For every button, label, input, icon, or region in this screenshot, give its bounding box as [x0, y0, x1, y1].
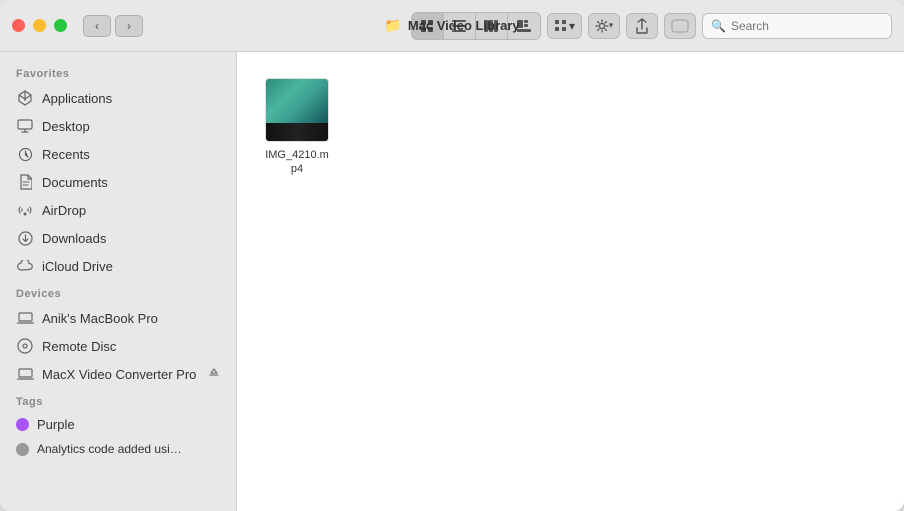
- minimize-button[interactable]: [33, 19, 46, 32]
- share-icon: [635, 18, 649, 34]
- sidebar-item-remote-disc[interactable]: Remote Disc: [0, 332, 236, 360]
- tags-section-label: Tags: [0, 388, 236, 412]
- file-area: IMG_4210.mp4: [237, 52, 904, 511]
- window-title: 📁 Mac Video Library: [384, 17, 519, 34]
- remote-disc-label: Remote Disc: [42, 339, 116, 354]
- sidebar-item-documents[interactable]: Documents: [0, 168, 236, 196]
- downloads-icon: [16, 229, 34, 247]
- devices-section-label: Devices: [0, 280, 236, 304]
- grid-dropdown-icon: [554, 19, 567, 32]
- dropdown-chevron: ▾: [569, 19, 575, 33]
- settings-button[interactable]: ▾: [588, 13, 620, 39]
- desktop-icon: [16, 117, 34, 135]
- view-options-dropdown[interactable]: ▾: [547, 13, 582, 39]
- remote-disc-icon: [16, 337, 34, 355]
- macbook-icon: [16, 309, 34, 327]
- file-name: IMG_4210.mp4: [263, 148, 331, 177]
- main-area: Favorites Applications Deskto: [0, 52, 904, 511]
- sidebar-item-macx[interactable]: MacX Video Converter Pro: [0, 360, 236, 388]
- purple-tag-dot: [16, 418, 29, 431]
- desktop-label: Desktop: [42, 119, 90, 134]
- title-label: Mac Video Library: [408, 18, 520, 33]
- sidebar-item-airdrop[interactable]: AirDrop: [0, 196, 236, 224]
- analytics-tag-label: Analytics code added using php: [37, 442, 187, 456]
- documents-icon: [16, 173, 34, 191]
- file-grid: IMG_4210.mp4: [257, 72, 884, 183]
- sidebar-item-analytics[interactable]: Analytics code added using php: [0, 437, 236, 461]
- gear-icon: [595, 19, 609, 33]
- recents-icon: [16, 145, 34, 163]
- airdrop-icon: [16, 201, 34, 219]
- documents-label: Documents: [42, 175, 108, 190]
- icloud-label: iCloud Drive: [42, 259, 113, 274]
- sidebar-item-macbook[interactable]: Anik's MacBook Pro: [0, 304, 236, 332]
- title-folder-icon: 📁: [384, 17, 401, 34]
- share-button[interactable]: [626, 13, 658, 39]
- finder-window: ‹ › 📁 Mac Video Library: [0, 0, 904, 511]
- applications-label: Applications: [42, 91, 112, 106]
- analytics-tag-dot: [16, 443, 29, 456]
- eject-button[interactable]: [208, 367, 220, 382]
- recents-label: Recents: [42, 147, 90, 162]
- eject-icon: [208, 367, 220, 379]
- macx-icon: [16, 365, 34, 383]
- macbook-label: Anik's MacBook Pro: [42, 311, 158, 326]
- file-thumbnail: [265, 78, 329, 142]
- icloud-icon: [16, 257, 34, 275]
- airdrop-label: AirDrop: [42, 203, 86, 218]
- search-box[interactable]: 🔍: [702, 13, 892, 39]
- settings-chevron: ▾: [609, 20, 614, 31]
- applications-icon: [16, 89, 34, 107]
- traffic-lights: [12, 19, 67, 32]
- sidebar-item-downloads[interactable]: Downloads: [0, 224, 236, 252]
- maximize-button[interactable]: [54, 19, 67, 32]
- tag-icon: [671, 19, 689, 33]
- forward-button[interactable]: ›: [115, 15, 143, 37]
- macx-label: MacX Video Converter Pro: [42, 367, 196, 382]
- back-button[interactable]: ‹: [83, 15, 111, 37]
- nav-buttons: ‹ ›: [83, 15, 143, 37]
- sidebar-item-recents[interactable]: Recents: [0, 140, 236, 168]
- close-button[interactable]: [12, 19, 25, 32]
- sidebar-item-icloud[interactable]: iCloud Drive: [0, 252, 236, 280]
- video-preview: [266, 79, 328, 141]
- sidebar: Favorites Applications Deskto: [0, 52, 237, 511]
- search-input[interactable]: [731, 19, 883, 33]
- downloads-label: Downloads: [42, 231, 106, 246]
- sidebar-item-purple[interactable]: Purple: [0, 412, 236, 437]
- title-bar: ‹ › 📁 Mac Video Library: [0, 0, 904, 52]
- favorites-section-label: Favorites: [0, 60, 236, 84]
- file-item[interactable]: IMG_4210.mp4: [257, 72, 337, 183]
- sidebar-item-applications[interactable]: Applications: [0, 84, 236, 112]
- sidebar-item-desktop[interactable]: Desktop: [0, 112, 236, 140]
- tag-button[interactable]: [664, 13, 696, 39]
- purple-tag-label: Purple: [37, 417, 75, 432]
- search-icon: 🔍: [711, 19, 726, 33]
